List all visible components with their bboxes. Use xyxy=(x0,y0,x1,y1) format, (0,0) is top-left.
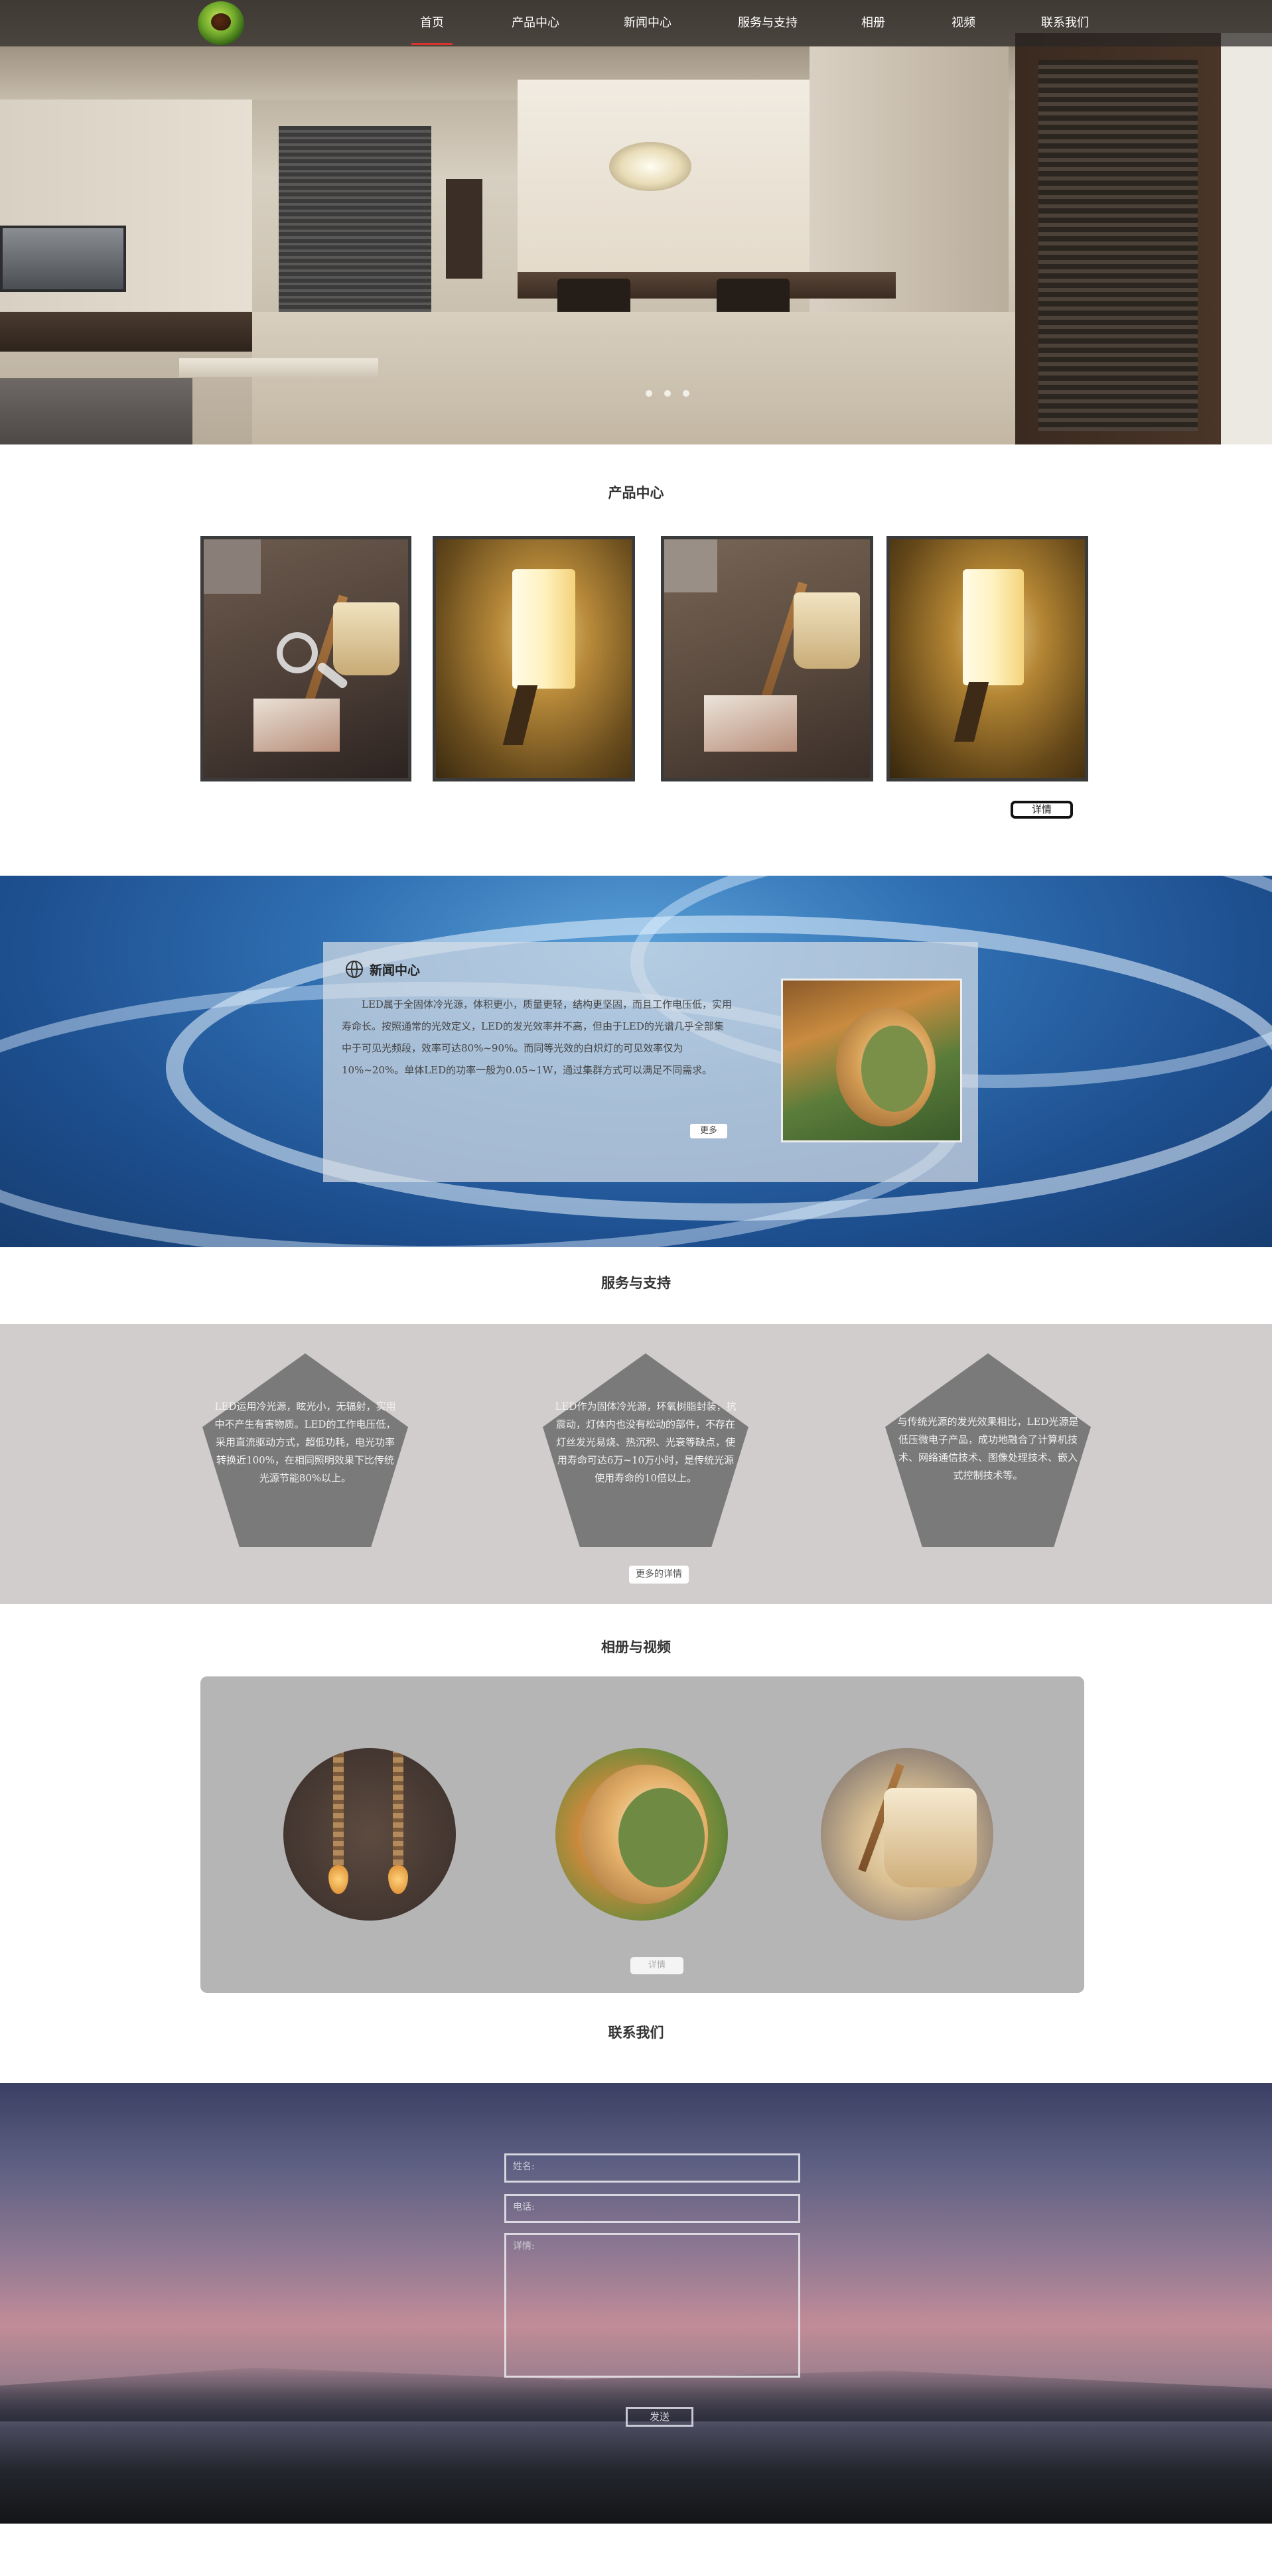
hero-tv xyxy=(0,226,126,292)
news-title: 新闻中心 xyxy=(370,963,421,978)
products-detail-button[interactable]: 详情 xyxy=(1011,801,1073,819)
service-card-text: LED运用冷光源，眩光小，无辐射，实用中不产生有害物质。LED的工作电压低，采用… xyxy=(214,1400,396,1484)
slide-dot[interactable] xyxy=(646,390,652,397)
hero-chandelier xyxy=(609,142,691,191)
name-field[interactable]: 姓名: xyxy=(504,2153,800,2183)
thumbnail-overlay xyxy=(664,539,717,592)
news-image[interactable] xyxy=(781,979,962,1142)
detail-textarea[interactable]: 详情: xyxy=(504,2233,800,2378)
service-card-text: LED作为固体冷光源，环氧树脂封装，抗震动，灯体内也没有松动的部件，不存在灯丝发… xyxy=(555,1400,737,1484)
news-more-button[interactable]: 更多 xyxy=(690,1124,727,1138)
nav-item-album[interactable]: 相册 xyxy=(849,12,897,34)
hero-doorway xyxy=(446,179,482,279)
wall-lamp-shade xyxy=(512,569,575,689)
hero-coffee-table xyxy=(179,358,378,377)
album-detail-button[interactable]: 详情 xyxy=(630,1957,683,1974)
product-card[interactable] xyxy=(200,536,411,781)
slide-dot[interactable] xyxy=(683,390,689,397)
phone-field[interactable]: 电话: xyxy=(504,2194,800,2223)
lamp-shade xyxy=(794,592,860,669)
service-more-button[interactable]: 更多的详情 xyxy=(629,1566,689,1584)
news-text: LED属于全固体冷光源，体积更小，质量更轻，结构更坚固，而且工作电压低，实用寿命… xyxy=(342,998,732,1076)
album-photo[interactable] xyxy=(555,1748,728,1921)
rope-icon xyxy=(393,1748,403,1867)
product-card[interactable] xyxy=(661,536,873,781)
lamp-shade xyxy=(884,1788,977,1887)
thumbnail-overlay xyxy=(204,539,261,594)
rope-icon xyxy=(333,1748,344,1867)
bulb-icon xyxy=(328,1865,348,1894)
hero-door-slats xyxy=(1038,60,1198,431)
wall-lamp-bracket xyxy=(954,682,989,742)
service-card-text: 与传统光源的发光效果相比，LED光源是低压微电子产品，成功地融合了计算机技术、网… xyxy=(897,1416,1079,1481)
hero-edge-wall xyxy=(1221,33,1272,444)
leaf-logo-icon[interactable] xyxy=(198,1,244,45)
hero-tv-cabinet xyxy=(0,312,259,352)
album-photo[interactable] xyxy=(283,1748,456,1921)
service-section-title: 服务与支持 xyxy=(601,1275,671,1291)
hero-banner xyxy=(0,0,1272,444)
nav-item-video[interactable]: 视频 xyxy=(940,12,987,34)
hero-sofa xyxy=(0,378,192,444)
wall-lamp-bracket xyxy=(502,685,538,745)
hero-floor xyxy=(252,312,1015,444)
product-card[interactable] xyxy=(886,536,1088,781)
lamp-shade xyxy=(333,602,399,675)
bulb-icon xyxy=(388,1865,408,1894)
product-card[interactable] xyxy=(433,536,635,781)
nav-item-home[interactable]: 首页 xyxy=(407,12,457,45)
nav-item-products[interactable]: 产品中心 xyxy=(504,12,567,34)
album-section-title: 相册与视频 xyxy=(601,1639,671,1655)
magnifier-icon[interactable] xyxy=(277,632,318,673)
lamp-books xyxy=(704,695,797,752)
hero-blinds xyxy=(279,126,431,318)
lamp-books xyxy=(253,699,340,752)
products-section-title: 产品中心 xyxy=(608,485,664,501)
nav-item-service[interactable]: 服务与支持 xyxy=(729,12,806,34)
nav-item-contact[interactable]: 联系我们 xyxy=(1033,12,1097,34)
contact-section-title: 联系我们 xyxy=(608,2025,664,2041)
slide-dot[interactable] xyxy=(664,390,671,397)
wall-lamp-shade xyxy=(963,569,1024,685)
album-photo[interactable] xyxy=(821,1748,993,1921)
nav-item-news[interactable]: 新闻中心 xyxy=(616,12,679,34)
globe-icon xyxy=(346,961,363,978)
send-button[interactable]: 发送 xyxy=(626,2407,693,2427)
